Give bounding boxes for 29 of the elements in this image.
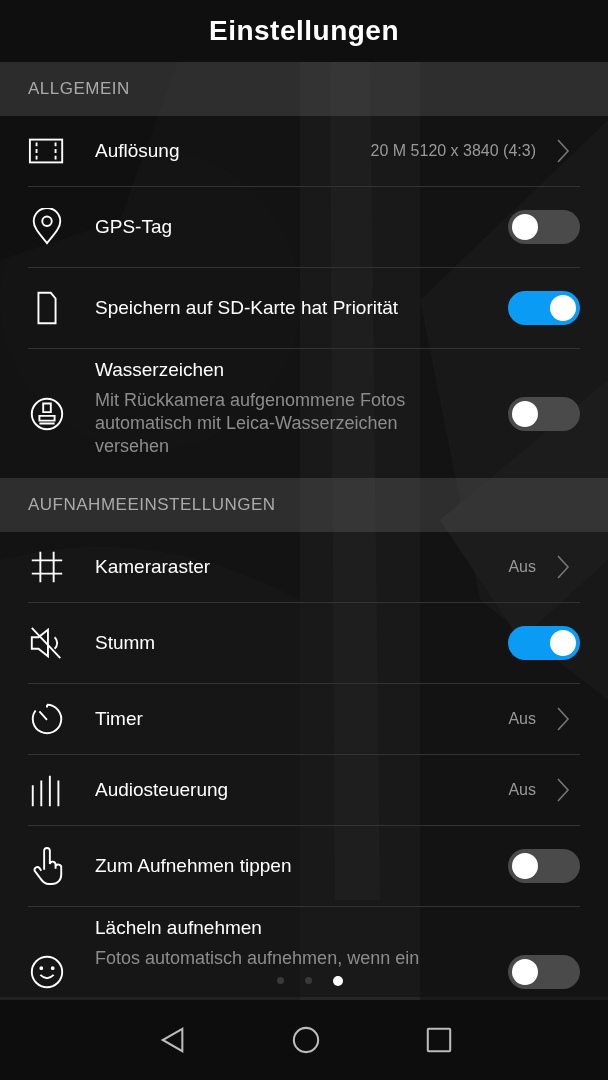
chevron-right-icon[interactable] [556,554,570,580]
setting-label: Kameraraster [95,556,212,578]
setting-label: Zum Aufnehmen tippen [95,855,293,877]
toggle-switch[interactable] [508,626,580,660]
setting-label: Timer [95,708,144,730]
section-header: AUFNAHMEEINSTELLUNGEN [0,478,608,532]
toggle-switch[interactable] [508,210,580,244]
screen-title: Einstellungen [208,15,400,47]
toggle-switch[interactable] [508,849,580,883]
setting-value: Aus [508,558,536,576]
recents-icon[interactable] [425,1026,453,1054]
setting-description: Mit Rückkamera aufgenommene Fotos automatisch mit Leica-Wasserzeichen versehen [95,389,407,458]
setting-label: Auflösung [95,140,181,162]
toggle-switch[interactable] [508,291,580,325]
setting-label: Speichern auf SD-Karte hat Priorität [95,297,400,319]
setting-value: Aus [508,710,536,728]
setting-description: Fotos automatisch aufnehmen, wenn ein [95,947,421,970]
chevron-right-icon[interactable] [556,138,570,164]
setting-label: Lächeln aufnehmen [95,917,263,939]
section-header: ALLGEMEIN [0,62,608,116]
chevron-right-icon[interactable] [556,706,570,732]
setting-value: Aus [508,781,536,799]
home-icon[interactable] [292,1026,320,1054]
setting-label: Wasserzeichen [95,359,226,381]
setting-label: Stumm [95,632,157,654]
setting-value: 20 M 5120 x 3840 (4:3) [370,142,536,160]
chevron-right-icon[interactable] [556,777,570,803]
setting-label: GPS-Tag [95,216,174,238]
setting-label: Audiosteuerung [95,779,230,801]
